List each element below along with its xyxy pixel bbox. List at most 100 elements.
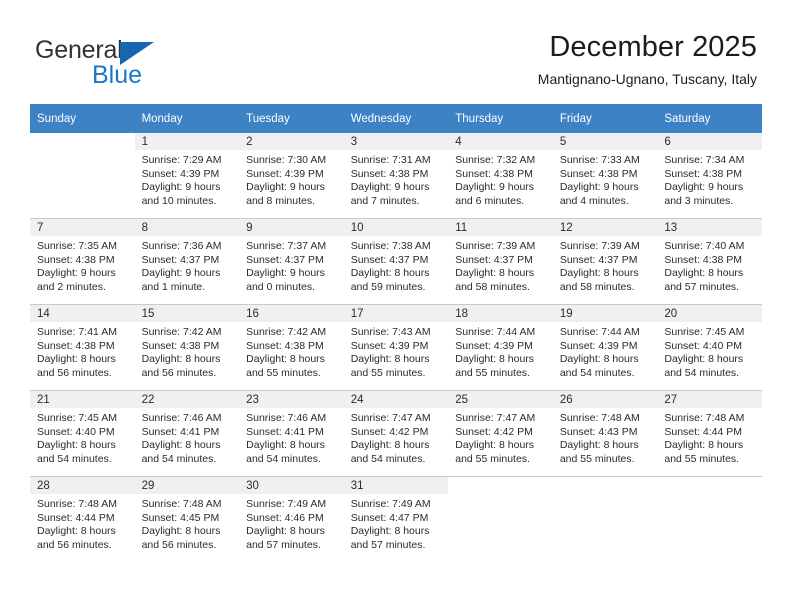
day-detail-line: and 8 minutes.	[246, 194, 316, 207]
day-detail-line: and 0 minutes.	[246, 280, 316, 293]
day-detail-line: Sunrise: 7:32 AM	[455, 154, 536, 166]
calendar-day-cell[interactable]: 10 Sunrise: 7:38 AM Sunset: 4:37 PM Dayligh…	[343, 218, 449, 305]
day-detail-line: and 56 minutes.	[37, 366, 112, 379]
day-details: Sunrise: 7:48 AM Sunset: 4:45 PM Daylight:…	[135, 494, 240, 552]
calendar-day-cell[interactable]: 23 Sunrise: 7:46 AM Sunset: 4:41 PM Dayligh…	[239, 390, 344, 477]
day-detail-line: and 55 minutes.	[246, 366, 321, 379]
logo-text-blue: Blue	[92, 61, 143, 89]
day-detail-line: and 54 minutes.	[664, 366, 740, 379]
day-detail-line: and 1 minute.	[141, 280, 206, 293]
calendar-day-cell-empty	[657, 476, 762, 562]
day-detail-line: Sunrise: 7:35 AM	[37, 240, 117, 252]
day-number: 29	[134, 477, 240, 494]
calendar-day-cell[interactable]: 22 Sunrise: 7:46 AM Sunset: 4:41 PM Dayligh…	[134, 390, 240, 477]
day-detail-line: Sunset: 4:38 PM	[37, 253, 115, 266]
weekday-header-row: Sunday Monday Tuesday Wednesday Thursday…	[30, 104, 762, 133]
day-detail-line: and 10 minutes.	[141, 194, 217, 207]
calendar-day-cell[interactable]: 26 Sunrise: 7:48 AM Sunset: 4:43 PM Dayligh…	[552, 390, 658, 477]
calendar-day-cell[interactable]: 9 Sunrise: 7:37 AM Sunset: 4:37 PM Daylight…	[239, 218, 344, 305]
day-detail-line: Sunset: 4:37 PM	[455, 253, 533, 266]
day-detail-line: Sunrise: 7:46 AM	[141, 412, 222, 424]
day-detail-line: and 54 minutes.	[141, 452, 217, 465]
day-detail-line: and 55 minutes.	[559, 452, 635, 465]
day-detail-line: and 55 minutes.	[350, 366, 426, 379]
calendar-day-cell[interactable]: 20 Sunrise: 7:45 AM Sunset: 4:40 PM Dayligh…	[657, 304, 762, 391]
day-detail-line: Daylight: 8 hours	[37, 353, 116, 366]
day-detail-line: Sunset: 4:43 PM	[559, 425, 638, 438]
calendar-day-cell[interactable]: 12 Sunrise: 7:39 AM Sunset: 4:37 PM Dayligh…	[552, 218, 658, 305]
calendar-day-cell[interactable]: 31 Sunrise: 7:49 AM Sunset: 4:47 PM Dayligh…	[343, 476, 449, 562]
calendar-day-cell[interactable]: 14 Sunrise: 7:41 AM Sunset: 4:38 PM Dayligh…	[30, 304, 135, 391]
day-detail-line: and 54 minutes.	[246, 452, 321, 465]
day-detail-line: Sunrise: 7:43 AM	[350, 326, 431, 338]
calendar-grid: Sunday Monday Tuesday Wednesday Thursday…	[30, 104, 762, 562]
calendar-day-cell[interactable]: 2 Sunrise: 7:30 AM Sunset: 4:39 PM Daylight…	[239, 133, 344, 219]
day-number: 5	[552, 133, 658, 150]
day-number: 8	[134, 219, 240, 236]
generalblue-logo[interactable]: General Blue	[35, 36, 255, 89]
calendar-day-cell[interactable]: 30 Sunrise: 7:49 AM Sunset: 4:46 PM Dayligh…	[239, 476, 344, 562]
calendar-day-cell[interactable]: 6 Sunrise: 7:34 AM Sunset: 4:38 PM Daylight…	[657, 133, 762, 219]
day-detail-line: and 59 minutes.	[350, 280, 426, 293]
day-detail-line: Sunrise: 7:48 AM	[664, 412, 745, 424]
day-number: 11	[448, 219, 553, 236]
day-detail-line: Daylight: 8 hours	[664, 267, 744, 280]
day-detail-line: and 56 minutes.	[37, 538, 112, 551]
calendar-day-cell[interactable]: 16 Sunrise: 7:42 AM Sunset: 4:38 PM Dayligh…	[239, 304, 344, 391]
day-detail-line: and 54 minutes.	[37, 452, 112, 465]
calendar-day-cell[interactable]: 29 Sunrise: 7:48 AM Sunset: 4:45 PM Dayligh…	[134, 476, 240, 562]
day-number: 7	[30, 219, 135, 236]
calendar-day-cell[interactable]: 25 Sunrise: 7:47 AM Sunset: 4:42 PM Dayligh…	[448, 390, 553, 477]
day-detail-line: Daylight: 8 hours	[664, 353, 744, 366]
day-details: Sunrise: 7:46 AM Sunset: 4:41 PM Daylight:…	[135, 408, 240, 466]
day-detail-line: Daylight: 9 hours	[141, 181, 221, 194]
calendar-day-cell[interactable]: 1 Sunrise: 7:29 AM Sunset: 4:39 PM Daylight…	[134, 133, 240, 219]
calendar-week-row: 28 Sunrise: 7:48 AM Sunset: 4:44 PM Dayligh…	[30, 476, 762, 562]
calendar-day-cell[interactable]: 13 Sunrise: 7:40 AM Sunset: 4:38 PM Dayligh…	[657, 218, 762, 305]
day-detail-line: Sunrise: 7:39 AM	[559, 240, 640, 252]
calendar-day-cell[interactable]: 18 Sunrise: 7:44 AM Sunset: 4:39 PM Dayligh…	[448, 304, 553, 391]
calendar-day-cell[interactable]: 11 Sunrise: 7:39 AM Sunset: 4:37 PM Dayligh…	[448, 218, 553, 305]
day-number	[448, 477, 553, 494]
day-details: Sunrise: 7:39 AM Sunset: 4:37 PM Daylight:…	[448, 236, 553, 294]
calendar-day-cell[interactable]: 3 Sunrise: 7:31 AM Sunset: 4:38 PM Daylight…	[343, 133, 449, 219]
day-detail-line: Sunrise: 7:29 AM	[141, 154, 222, 166]
day-details: Sunrise: 7:29 AM Sunset: 4:39 PM Daylight:…	[135, 150, 240, 208]
day-details: Sunrise: 7:33 AM Sunset: 4:38 PM Daylight:…	[553, 150, 658, 208]
day-number: 2	[239, 133, 344, 150]
day-details: Sunrise: 7:47 AM Sunset: 4:42 PM Daylight:…	[448, 408, 553, 466]
day-detail-line: Sunrise: 7:45 AM	[664, 326, 745, 338]
calendar-day-cell[interactable]: 8 Sunrise: 7:36 AM Sunset: 4:37 PM Daylight…	[134, 218, 240, 305]
calendar-day-cell[interactable]: 19 Sunrise: 7:44 AM Sunset: 4:39 PM Dayligh…	[552, 304, 658, 391]
day-detail-line: Daylight: 8 hours	[664, 439, 744, 452]
calendar-day-cell[interactable]: 5 Sunrise: 7:33 AM Sunset: 4:38 PM Daylight…	[552, 133, 658, 219]
calendar-day-cell[interactable]: 4 Sunrise: 7:32 AM Sunset: 4:38 PM Daylight…	[448, 133, 553, 219]
calendar-body: 1 Sunrise: 7:29 AM Sunset: 4:39 PM Daylight…	[30, 133, 762, 562]
weekday-header-saturday: Saturday	[657, 104, 762, 133]
day-details: Sunrise: 7:48 AM Sunset: 4:44 PM Daylight:…	[30, 494, 135, 552]
day-detail-line: Sunset: 4:39 PM	[455, 339, 533, 352]
page-header: General Blue December 2025 Mantignano-Ug…	[0, 0, 792, 100]
day-detail-line: and 57 minutes.	[246, 538, 321, 551]
calendar-day-cell[interactable]: 27 Sunrise: 7:48 AM Sunset: 4:44 PM Dayligh…	[657, 390, 762, 477]
day-detail-line: Daylight: 8 hours	[559, 353, 639, 366]
day-detail-line: Sunrise: 7:33 AM	[559, 154, 640, 166]
day-details: Sunrise: 7:38 AM Sunset: 4:37 PM Daylight:…	[344, 236, 449, 294]
calendar-day-cell[interactable]: 7 Sunrise: 7:35 AM Sunset: 4:38 PM Daylight…	[30, 218, 135, 305]
day-detail-line: Sunset: 4:42 PM	[350, 425, 429, 438]
day-number: 10	[343, 219, 449, 236]
logo-text-general: General	[35, 36, 123, 64]
day-number: 14	[30, 305, 135, 322]
day-detail-line: Daylight: 9 hours	[141, 267, 221, 280]
day-number: 25	[448, 391, 553, 408]
calendar-day-cell[interactable]: 15 Sunrise: 7:42 AM Sunset: 4:38 PM Dayligh…	[134, 304, 240, 391]
calendar-day-cell[interactable]: 28 Sunrise: 7:48 AM Sunset: 4:44 PM Dayligh…	[30, 476, 135, 562]
day-number: 1	[134, 133, 240, 150]
day-number: 3	[343, 133, 449, 150]
day-detail-line: Sunrise: 7:42 AM	[246, 326, 327, 338]
calendar-day-cell[interactable]: 21 Sunrise: 7:45 AM Sunset: 4:40 PM Dayligh…	[30, 390, 135, 477]
calendar-day-cell[interactable]: 17 Sunrise: 7:43 AM Sunset: 4:39 PM Dayligh…	[343, 304, 449, 391]
day-detail-line: Sunrise: 7:36 AM	[141, 240, 222, 252]
calendar-day-cell[interactable]: 24 Sunrise: 7:47 AM Sunset: 4:42 PM Dayligh…	[343, 390, 449, 477]
day-number: 15	[134, 305, 240, 322]
